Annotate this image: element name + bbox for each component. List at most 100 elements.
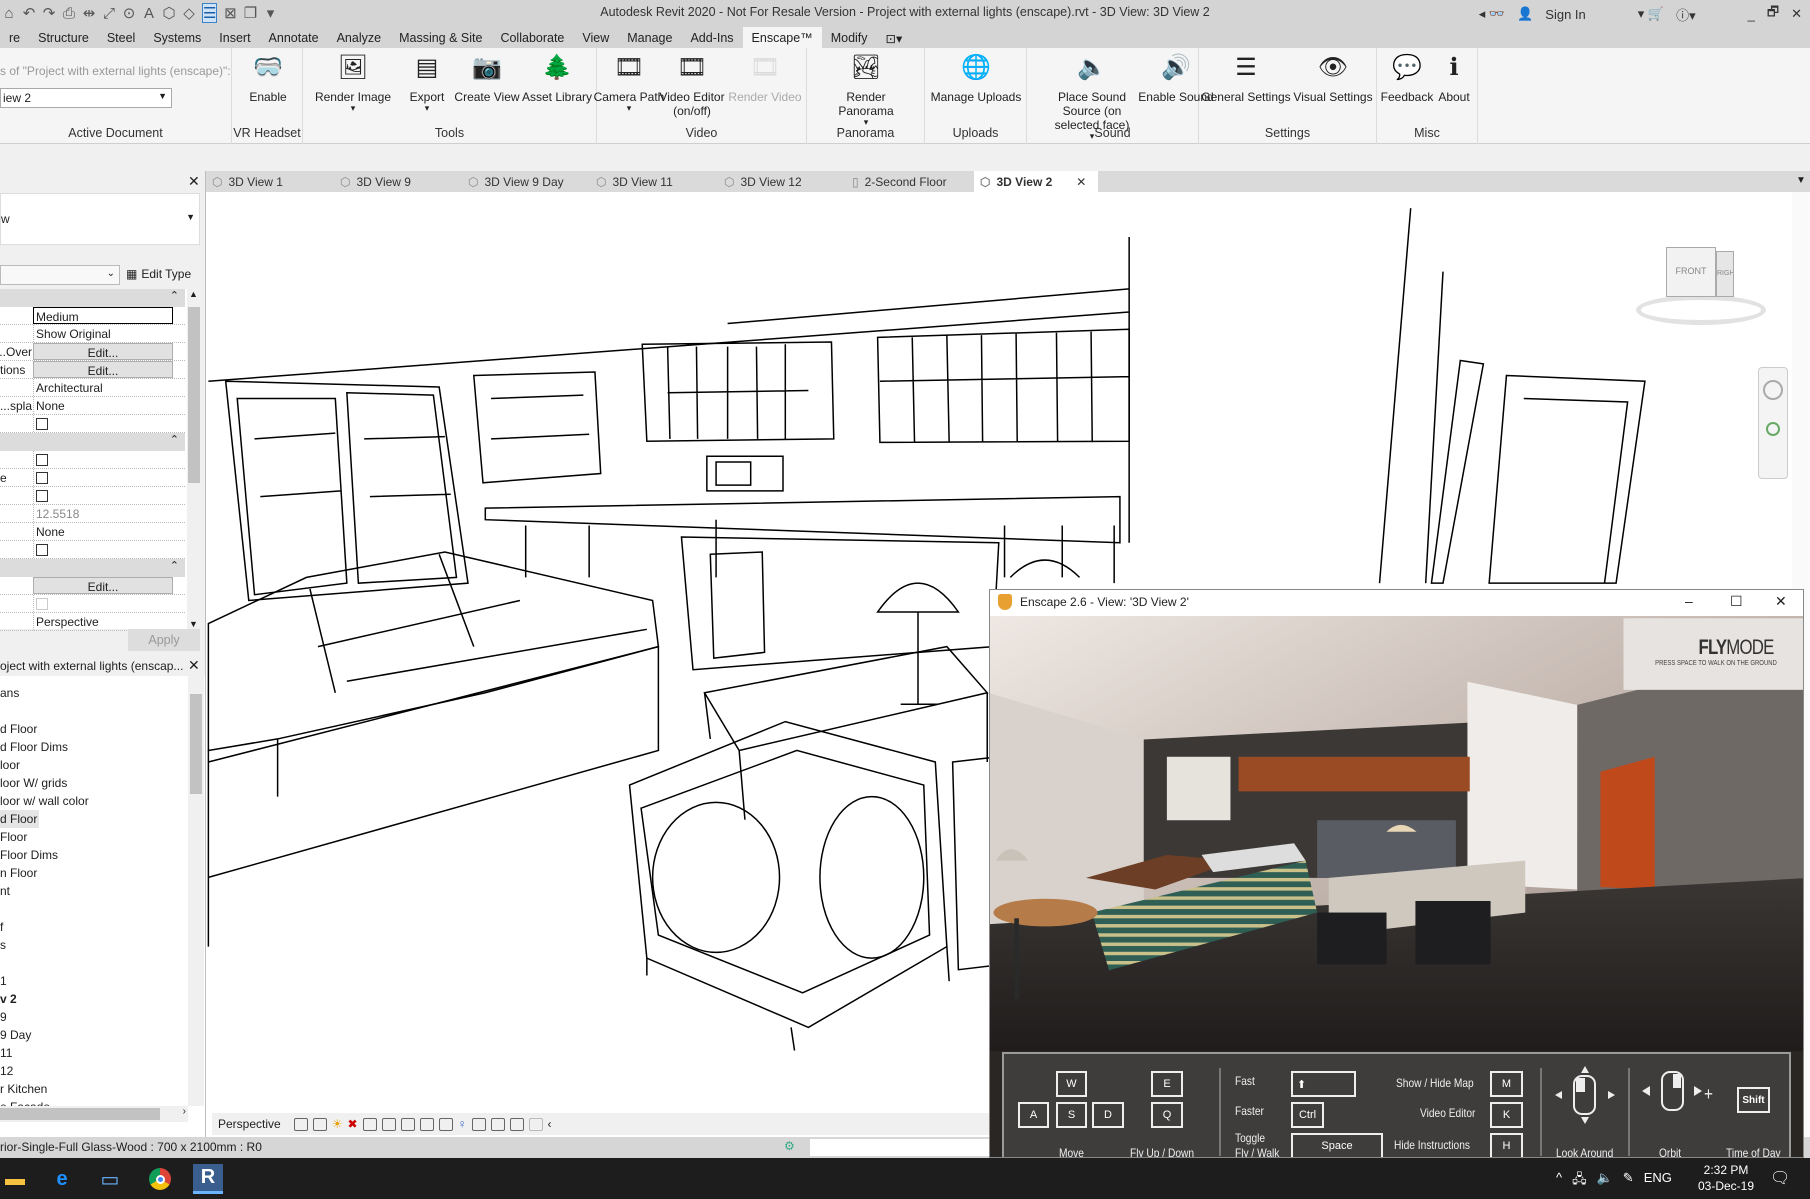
- checkbox[interactable]: [36, 598, 48, 610]
- ribbon-tab[interactable]: Modify: [822, 27, 877, 48]
- ribbon-tab[interactable]: Collaborate: [491, 27, 573, 48]
- constraints-icon[interactable]: [528, 1117, 543, 1131]
- worksharing-icon[interactable]: ⚙: [784, 1139, 795, 1153]
- highlight-displacement-icon[interactable]: [509, 1117, 524, 1131]
- network-icon[interactable]: 🖧: [1572, 1170, 1587, 1192]
- browser-item[interactable]: 12: [0, 1062, 15, 1080]
- viewcube-front[interactable]: FRONT: [1666, 247, 1716, 297]
- type-selector[interactable]: w ▼: [0, 193, 200, 245]
- checkbox[interactable]: [36, 472, 48, 484]
- ribbon-tab[interactable]: Analyze: [328, 27, 390, 48]
- browser-item[interactable]: [0, 702, 2, 720]
- viewcube-right[interactable]: RIGHT: [1716, 251, 1734, 297]
- volume-icon[interactable]: 🔈: [1597, 1170, 1613, 1192]
- clock[interactable]: 2:32 PM 03-Dec-19: [1698, 1162, 1754, 1194]
- view-tab[interactable]: ▯ 2-Second Floor: [846, 171, 974, 192]
- sign-in-link[interactable]: Sign In: [1545, 7, 1585, 22]
- checkbox[interactable]: [36, 454, 48, 466]
- properties-scrollbar[interactable]: ▲ ▼: [187, 289, 201, 629]
- view-tab[interactable]: ⬡ 3D View 9: [334, 171, 462, 192]
- browser-item[interactable]: n Floor: [0, 864, 39, 882]
- view-tab[interactable]: ⬡ 3D View 9 Day: [462, 171, 590, 192]
- cart-icon[interactable]: ▾ 🛒: [1638, 6, 1664, 22]
- property-value[interactable]: Edit...: [33, 361, 173, 378]
- browser-item[interactable]: 11: [0, 1044, 14, 1062]
- viewcube[interactable]: FRONT RIGHT: [1636, 247, 1766, 327]
- render-video-button[interactable]: 🎞 Render Video: [715, 52, 815, 105]
- close-icon[interactable]: ✕: [188, 657, 200, 674]
- revit-icon[interactable]: R: [193, 1164, 223, 1194]
- computer-icon[interactable]: ▭: [95, 1164, 125, 1194]
- reveal-hidden-icon[interactable]: ♀: [458, 1117, 467, 1131]
- instance-filter-select[interactable]: ⌄: [0, 265, 120, 285]
- property-checkbox-cell[interactable]: [33, 541, 173, 558]
- close-tab-icon[interactable]: ✕: [1076, 175, 1086, 192]
- browser-item[interactable]: loor w/ wall color: [0, 792, 91, 810]
- language-indicator[interactable]: ENG: [1644, 1170, 1672, 1192]
- ribbon-tab[interactable]: Structure: [29, 27, 98, 48]
- collapse-icon[interactable]: ‹: [548, 1117, 552, 1131]
- browser-horizontal-scrollbar[interactable]: ›: [0, 1106, 188, 1122]
- temporary-hide-icon[interactable]: [438, 1117, 453, 1131]
- steering-wheel-icon[interactable]: [1763, 380, 1783, 400]
- browser-item[interactable]: e Facade: [0, 1098, 52, 1106]
- manage-uploads-button[interactable]: 🌐 Manage Uploads: [926, 52, 1026, 105]
- render-dialog-icon[interactable]: [362, 1117, 377, 1131]
- browser-item[interactable]: nt: [0, 882, 12, 900]
- browser-item[interactable]: ans: [0, 684, 21, 702]
- tab-overflow-icon[interactable]: ▼: [1796, 175, 1806, 186]
- property-checkbox-cell[interactable]: [33, 487, 173, 504]
- property-group-header[interactable]: ⌃: [0, 559, 185, 577]
- browser-item[interactable]: Floor: [0, 828, 29, 846]
- ribbon-tab[interactable]: Add-Ins: [681, 27, 742, 48]
- enscape-viewport[interactable]: FLYMODE PRESS SPACE TO WALK ON THE GROUN…: [990, 616, 1803, 1051]
- property-value[interactable]: None: [33, 397, 173, 414]
- property-value[interactable]: Medium: [33, 307, 173, 324]
- ribbon-tab[interactable]: re: [0, 27, 29, 48]
- checkbox[interactable]: [36, 544, 48, 556]
- ribbon-tab[interactable]: Massing & Site: [390, 27, 491, 48]
- property-checkbox-cell[interactable]: [33, 415, 173, 432]
- checkbox[interactable]: [36, 490, 48, 502]
- browser-item[interactable]: d Floor: [0, 810, 40, 828]
- ribbon-tab[interactable]: Enscape™: [742, 27, 822, 48]
- detail-level-icon[interactable]: [293, 1117, 308, 1131]
- browser-item[interactable]: f: [0, 918, 5, 936]
- property-value[interactable]: Architectural: [33, 379, 173, 396]
- analytical-model-icon[interactable]: [490, 1117, 505, 1131]
- browser-item[interactable]: [0, 900, 2, 918]
- binoculars-icon[interactable]: ◂ 👓: [1479, 6, 1505, 22]
- browser-item[interactable]: Floor Dims: [0, 846, 60, 864]
- property-checkbox-cell[interactable]: [33, 451, 173, 468]
- visual-style-icon[interactable]: [312, 1117, 327, 1131]
- view-tab[interactable]: ⬡ 3D View 2 ✕: [974, 171, 1098, 192]
- file-explorer-icon[interactable]: ▬: [0, 1164, 30, 1194]
- render-panorama-button[interactable]: 🏞 Render Panorama ▾: [816, 52, 916, 127]
- ribbon-tab[interactable]: Manage: [618, 27, 681, 48]
- restore-button[interactable]: 🗗: [1767, 3, 1779, 25]
- lock-view-icon[interactable]: [419, 1117, 434, 1131]
- maximize-button[interactable]: ☐: [1730, 593, 1743, 610]
- view-tab[interactable]: ⬡ 3D View 1: [206, 171, 334, 192]
- property-group-header[interactable]: ⌃: [0, 433, 185, 451]
- browser-item[interactable]: s: [0, 936, 8, 954]
- zoom-icon[interactable]: [1766, 422, 1780, 436]
- checkbox[interactable]: [36, 418, 48, 430]
- about-button[interactable]: ℹ About: [1404, 52, 1504, 105]
- minimize-button[interactable]: –: [1685, 593, 1693, 609]
- ribbon-tab[interactable]: Systems: [144, 27, 210, 48]
- property-value[interactable]: Edit...: [33, 343, 173, 360]
- browser-item[interactable]: d Floor Dims: [0, 738, 70, 756]
- property-value[interactable]: None: [33, 523, 173, 540]
- property-checkbox-cell[interactable]: [33, 595, 173, 612]
- ribbon-tab[interactable]: Annotate: [260, 27, 328, 48]
- help-icon[interactable]: ⓘ▾: [1676, 5, 1696, 24]
- close-button[interactable]: ✕: [1791, 6, 1802, 22]
- crop-view-icon[interactable]: [381, 1117, 396, 1131]
- browser-item[interactable]: r Kitchen: [0, 1080, 49, 1098]
- property-checkbox-cell[interactable]: [33, 469, 173, 486]
- temporary-view-properties-icon[interactable]: [471, 1117, 486, 1131]
- browser-item[interactable]: 9 Day: [0, 1026, 33, 1044]
- browser-item[interactable]: 1: [0, 972, 9, 990]
- close-icon[interactable]: ✕: [188, 173, 200, 190]
